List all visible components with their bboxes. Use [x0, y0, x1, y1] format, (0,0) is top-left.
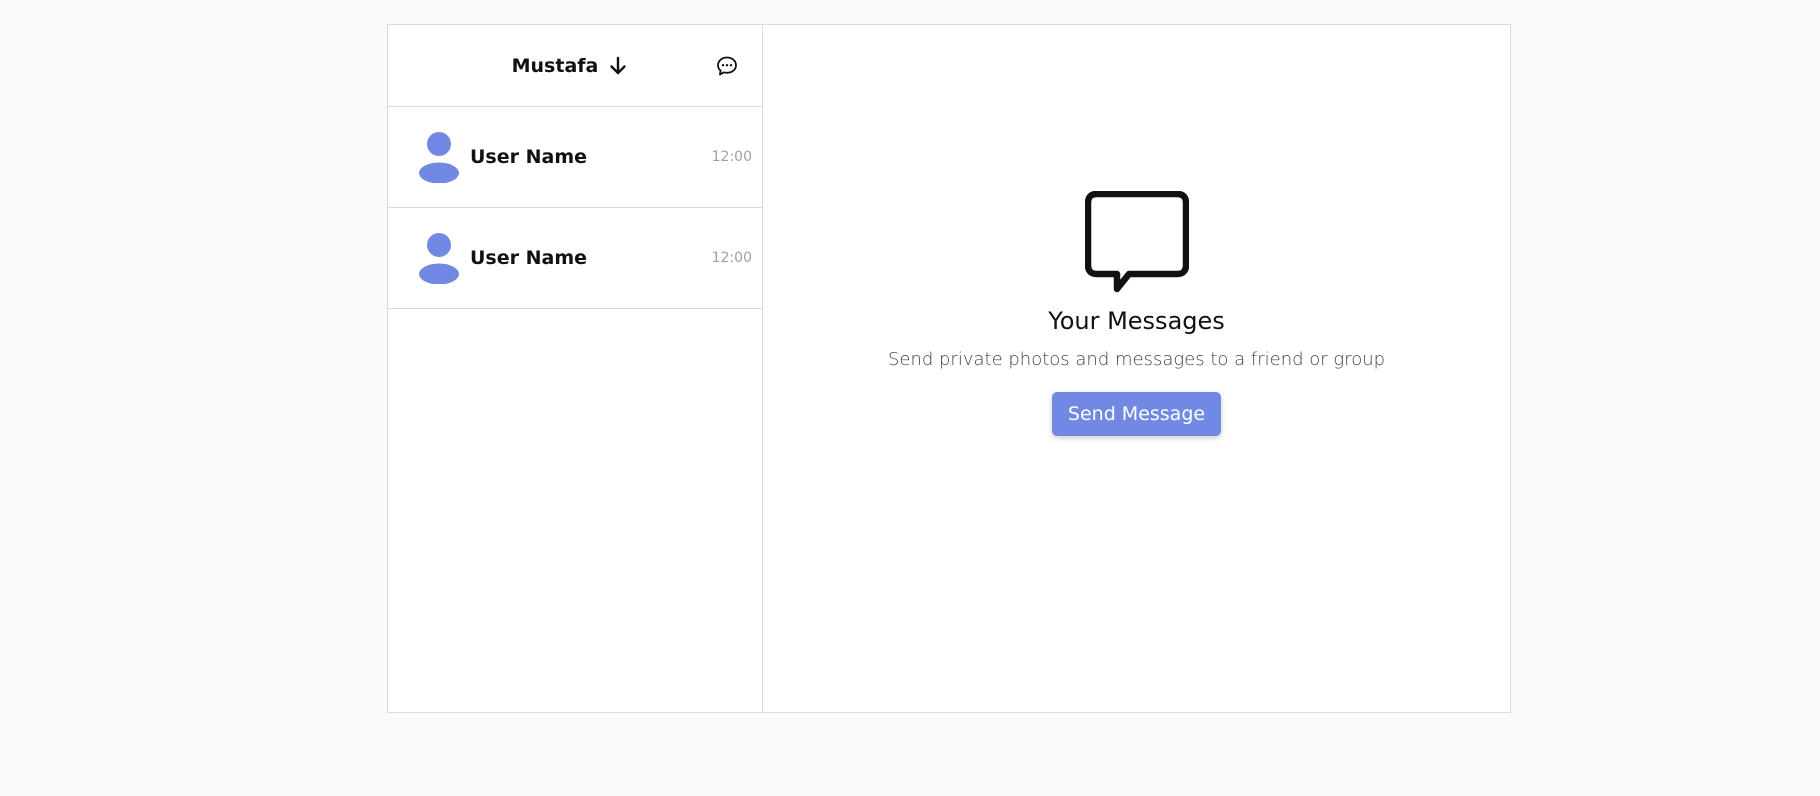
account-switcher[interactable]: Mustafa: [512, 55, 629, 77]
messages-empty-state: Your Messages Send private photos and me…: [763, 25, 1510, 712]
conversation-time: 12:00: [711, 250, 752, 266]
user-avatar-icon: [418, 131, 460, 183]
conversation-sidebar: Mustafa User Name 12:00 User Name 12:00: [388, 25, 763, 712]
empty-state-subtitle: Send private photos and messages to a fr…: [887, 349, 1386, 370]
empty-state-title: Your Messages: [1048, 307, 1225, 335]
conversation-item[interactable]: User Name 12:00: [388, 107, 762, 208]
messages-window: Mustafa User Name 12:00 User Name 12:00 …: [387, 24, 1511, 713]
user-avatar-icon: [418, 232, 460, 284]
account-name: Mustafa: [511, 54, 599, 77]
conversation-name: User Name: [470, 146, 588, 168]
message-bubble-icon: [1084, 191, 1189, 293]
conversation-item[interactable]: User Name 12:00: [388, 208, 762, 309]
send-message-button[interactable]: Send Message: [1051, 392, 1222, 436]
arrow-down-icon: [608, 56, 628, 76]
sidebar-header: Mustafa: [388, 25, 762, 107]
chat-bubble-icon[interactable]: [716, 55, 738, 77]
conversation-name: User Name: [470, 247, 588, 269]
conversation-time: 12:00: [711, 149, 752, 165]
